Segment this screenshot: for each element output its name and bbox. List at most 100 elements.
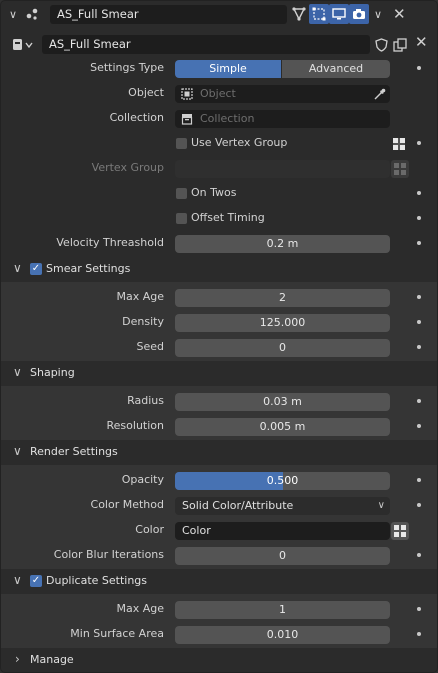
color-method-dropdown[interactable]: Solid Color/Attribute ∨ [175, 497, 390, 515]
density-field[interactable]: 125.000 [175, 314, 390, 332]
collection-field[interactable]: Collection [175, 110, 390, 128]
duplicate-datablock-icon[interactable] [391, 35, 409, 55]
keyframe-dot-icon[interactable] [417, 632, 421, 636]
smear-settings-header[interactable]: ∨ ✓ Smear Settings [1, 257, 437, 282]
settings-type-row: Settings Type Simple Advanced [1, 57, 437, 82]
opacity-label: Opacity [121, 473, 164, 486]
velocity-threshold-label: Velocity Threashold [56, 236, 164, 249]
attribute-toggle-grid-icon[interactable] [390, 135, 408, 153]
keyframe-dot-icon[interactable] [417, 241, 421, 245]
opacity-value: 0.500 [266, 474, 299, 487]
manage-title: Manage [30, 653, 74, 666]
use-vertex-group-label: Use Vertex Group [191, 136, 288, 149]
on-twos-row: On Twos [1, 182, 437, 207]
vertex-group-label: Vertex Group [91, 161, 164, 174]
object-label: Object [128, 86, 164, 99]
keyframe-dot-icon[interactable] [417, 553, 421, 557]
keyframe-dot-icon[interactable] [417, 191, 421, 195]
offset-timing-row: Offset Timing [1, 207, 437, 232]
keyframe-dot-icon[interactable] [417, 399, 421, 403]
fake-user-shield-icon[interactable] [372, 35, 390, 55]
offset-timing-label: Offset Timing [191, 211, 265, 224]
color-blur-iterations-label: Color Blur Iterations [53, 548, 164, 561]
edit-mode-icon[interactable] [289, 4, 309, 24]
collection-row: Collection Collection [1, 107, 437, 132]
radius-row: Radius 0.03 m [1, 390, 437, 415]
chevron-down-icon[interactable]: ∨ [13, 365, 22, 379]
keyframe-dot-icon[interactable] [417, 320, 421, 324]
seed-field[interactable]: 0 [175, 339, 390, 357]
color-blur-iterations-field[interactable]: 0 [175, 547, 390, 565]
keyframe-dot-icon[interactable] [417, 503, 421, 507]
unlink-close-icon[interactable]: ✕ [415, 33, 428, 51]
resolution-field[interactable]: 0.005 m [175, 418, 390, 436]
velocity-threshold-field[interactable]: 0.2 m [175, 235, 390, 253]
node-group-selector-row: AS_Full Smear ✕ [1, 32, 437, 58]
seed-label: Seed [136, 340, 165, 353]
velocity-threshold-row: Velocity Threashold 0.2 m [1, 232, 437, 257]
settings-type-label: Settings Type [90, 61, 164, 74]
smear-max-age-field[interactable]: 2 [175, 289, 390, 307]
node-tree-browse-icon[interactable] [10, 35, 40, 55]
settings-type-advanced-button[interactable]: Advanced [282, 60, 390, 78]
min-surface-area-label: Min Surface Area [70, 627, 164, 640]
settings-type-simple-button[interactable]: Simple [175, 60, 281, 78]
cage-mode-icon[interactable] [309, 4, 329, 24]
render-settings-header[interactable]: ∨ Render Settings [1, 440, 437, 465]
on-twos-label: On Twos [191, 186, 237, 199]
min-surface-area-field[interactable]: 0.010 [175, 626, 390, 644]
remove-modifier-close-icon[interactable]: ✕ [393, 1, 406, 28]
viewport-display-icon[interactable] [329, 4, 349, 24]
duplicate-settings-title: Duplicate Settings [46, 574, 148, 587]
chevron-down-icon[interactable]: ∨ [13, 444, 22, 458]
radius-label: Radius [127, 394, 164, 407]
opacity-slider[interactable]: 0.500 [175, 472, 390, 490]
node-group-name-field[interactable]: AS_Full Smear [42, 35, 370, 54]
modifier-name-field[interactable]: AS_Full Smear [50, 5, 287, 24]
vertex-group-field[interactable] [175, 160, 390, 178]
offset-timing-checkbox[interactable] [176, 213, 187, 224]
object-field[interactable]: Object [175, 85, 390, 103]
keyframe-dot-icon[interactable] [417, 66, 421, 70]
color-label: Color [135, 523, 164, 536]
eyedropper-icon[interactable] [374, 88, 386, 106]
keyframe-dot-icon[interactable] [417, 345, 421, 349]
opacity-row: Opacity 0.500 [1, 469, 437, 494]
smear-settings-checkbox[interactable]: ✓ [30, 263, 42, 275]
shaping-header[interactable]: ∨ Shaping [1, 361, 437, 386]
keyframe-dot-icon[interactable] [417, 295, 421, 299]
duplicate-settings-header[interactable]: ∨ ✓ Duplicate Settings [1, 569, 437, 594]
keyframe-dot-icon[interactable] [417, 478, 421, 482]
keyframe-dot-icon[interactable] [417, 607, 421, 611]
on-twos-checkbox[interactable] [176, 188, 187, 199]
keyframe-dot-icon[interactable] [417, 424, 421, 428]
color-row: Color Color [1, 519, 437, 544]
collection-placeholder: Collection [200, 112, 255, 125]
chevron-down-icon[interactable]: ∨ [13, 573, 22, 587]
duplicate-max-age-field[interactable]: 1 [175, 601, 390, 619]
render-camera-icon[interactable] [349, 4, 369, 24]
color-method-row: Color Method Solid Color/Attribute ∨ [1, 494, 437, 519]
duplicate-settings-checkbox[interactable]: ✓ [30, 575, 42, 587]
use-vertex-group-checkbox[interactable] [176, 138, 187, 149]
min-surface-area-row: Min Surface Area 0.010 [1, 623, 437, 648]
vertex-group-row: Vertex Group [1, 157, 437, 182]
color-method-label: Color Method [90, 498, 164, 511]
density-label: Density [122, 315, 164, 328]
seed-row: Seed 0 [1, 336, 437, 361]
color-attribute-field[interactable]: Color [175, 522, 390, 540]
smear-max-age-row: Max Age 2 [1, 286, 437, 311]
extra-options-chevron-icon[interactable]: ∨ [374, 1, 382, 28]
smear-max-age-label: Max Age [116, 290, 164, 303]
chevron-right-icon[interactable]: › [15, 652, 20, 666]
attribute-toggle-grid-icon[interactable] [391, 522, 409, 540]
radius-field[interactable]: 0.03 m [175, 393, 390, 411]
collapse-chevron-icon[interactable]: ∨ [9, 1, 17, 28]
chevron-down-icon[interactable]: ∨ [13, 261, 22, 275]
collection-box-icon [181, 113, 193, 125]
keyframe-dot-icon[interactable] [417, 216, 421, 220]
keyframe-dot-icon[interactable] [417, 141, 421, 145]
shaping-title: Shaping [30, 366, 75, 379]
manage-header[interactable]: › Manage [1, 648, 437, 672]
geometry-nodes-modifier-panel: ∨ AS_Full Smear ∨ ✕ AS_Full Smear ✕ Sett… [0, 0, 438, 673]
